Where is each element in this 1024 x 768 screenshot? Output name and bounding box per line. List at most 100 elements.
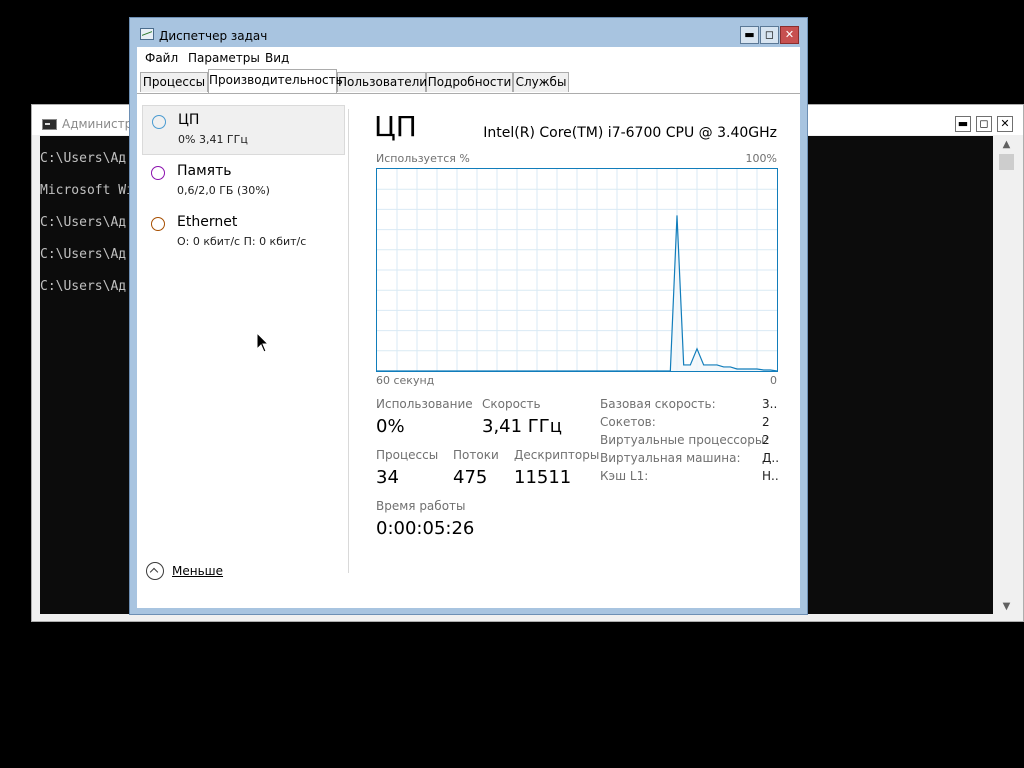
window-title: Диспетчер задач	[159, 29, 268, 43]
tab-users[interactable]: Пользователи	[337, 72, 427, 92]
cpu-usage-point	[416, 370, 417, 371]
cpu-usage-point	[756, 368, 757, 369]
cpu-usage-point	[743, 368, 744, 369]
cpu-usage-point	[716, 364, 717, 365]
uptime-label: Время работы	[376, 499, 466, 513]
cpu-usage-graph	[376, 168, 778, 372]
usage-label: Использование	[376, 397, 473, 411]
scrollbar-thumb[interactable]	[999, 154, 1014, 170]
info-sockets-label: Сокетов:	[600, 415, 656, 429]
handles-value: 11511	[514, 467, 572, 488]
cpu-usage-point	[770, 369, 771, 370]
mouse-cursor-icon	[256, 332, 270, 353]
cpu-usage-point	[383, 370, 384, 371]
cpu-usage-point	[750, 368, 751, 369]
cpu-usage-point	[476, 370, 477, 371]
cpu-usage-point	[450, 370, 451, 371]
cpu-usage-point	[376, 370, 377, 371]
console-minimize-button[interactable]: ▬	[955, 116, 971, 132]
console-scrollbar[interactable]: ▲ ▼	[998, 136, 1015, 615]
cpu-usage-point	[436, 370, 437, 371]
cpu-usage-point	[483, 370, 484, 371]
console-line: Microsoft Wi	[40, 183, 134, 198]
cpu-usage-point	[463, 370, 464, 371]
console-maximize-button[interactable]: ◻	[976, 116, 992, 132]
tab-details[interactable]: Подробности	[426, 72, 513, 92]
cpu-usage-point	[576, 370, 577, 371]
cpu-usage-point	[603, 370, 604, 371]
info-base-speed-label: Базовая скорость:	[600, 397, 716, 411]
cpu-usage-point	[490, 370, 491, 371]
tab-performance[interactable]: Производительность	[208, 69, 343, 93]
info-l1-cache-value: Н..	[762, 469, 779, 483]
panel-divider	[348, 109, 349, 573]
menu-view[interactable]: Вид	[265, 51, 289, 65]
cpu-usage-point	[470, 370, 471, 371]
cpu-usage-point	[583, 370, 584, 371]
console-line: C:\Users\Ад	[40, 151, 127, 166]
resource-name: Ethernet	[177, 214, 238, 230]
cpu-usage-point	[530, 370, 531, 371]
threads-label: Потоки	[453, 448, 499, 462]
maximize-button[interactable]: ◻	[760, 26, 779, 44]
task-manager-window[interactable]: Диспетчер задач ▬ ◻ ✕ Файл Параметры Вид…	[129, 17, 808, 615]
menu-options[interactable]: Параметры	[188, 51, 260, 65]
cpu-usage-point	[776, 370, 777, 371]
usage-value: 0%	[376, 416, 405, 437]
cpu-usage-point	[696, 348, 697, 349]
cpu-usage-point	[543, 370, 544, 371]
close-button[interactable]: ✕	[780, 26, 799, 44]
cpu-usage-point	[623, 370, 624, 371]
cpu-usage-point	[516, 370, 517, 371]
task-manager-icon	[140, 28, 154, 40]
scroll-up-arrow-icon[interactable]: ▲	[998, 136, 1015, 153]
fewer-details-label: Меньше	[172, 564, 224, 578]
cpu-title: ЦП	[374, 110, 417, 143]
info-virtual-machine-label: Виртуальная машина:	[600, 451, 741, 465]
threads-value: 475	[453, 467, 488, 488]
console-line: C:\Users\Ад	[40, 247, 127, 262]
tab-strip: Процессы Производительность Пользователи…	[137, 69, 800, 94]
cpu-usage-point	[676, 215, 677, 216]
tab-services[interactable]: Службы	[513, 72, 569, 92]
cpu-usage-point	[636, 370, 637, 371]
cpu-usage-point	[763, 369, 764, 370]
resource-name: Память	[177, 163, 232, 179]
cpu-usage-point	[396, 370, 397, 371]
console-line: C:\Users\Ад	[40, 215, 127, 230]
cpu-usage-point	[643, 370, 644, 371]
task-manager-titlebar[interactable]: Диспетчер задач ▬ ◻ ✕	[130, 18, 807, 48]
cpu-usage-point	[430, 370, 431, 371]
graph-max-label: 100%	[745, 152, 777, 165]
cpu-usage-point	[423, 370, 424, 371]
resource-detail: 0,6/2,0 ГБ (30%)	[177, 184, 270, 197]
menu-file[interactable]: Файл	[145, 51, 178, 65]
cpu-usage-point	[690, 364, 691, 365]
cpu-usage-point	[710, 364, 711, 365]
cpu-usage-point	[456, 370, 457, 371]
cpu-usage-point	[570, 370, 571, 371]
cpu-usage-point	[663, 370, 664, 371]
resource-detail: О: 0 кбит/с П: 0 кбит/с	[177, 235, 307, 248]
resource-detail: 0% 3,41 ГГц	[178, 133, 248, 146]
console-line: C:\Users\Ад	[40, 279, 127, 294]
resource-ethernet[interactable]: Ethernet О: 0 кбит/с П: 0 кбит/с	[142, 208, 345, 258]
scroll-down-arrow-icon[interactable]: ▼	[998, 598, 1015, 615]
cpu-usage-point	[703, 364, 704, 365]
console-close-button[interactable]: ✕	[997, 116, 1013, 132]
cpu-usage-point	[630, 370, 631, 371]
resource-cpu[interactable]: ЦП 0% 3,41 ГГц	[142, 105, 345, 155]
cpu-model: Intel(R) Core(TM) i7-6700 CPU @ 3.40GHz	[483, 125, 777, 141]
resource-memory[interactable]: Память 0,6/2,0 ГБ (30%)	[142, 157, 345, 207]
speed-value: 3,41 ГГц	[482, 416, 563, 437]
uptime-value: 0:00:05:26	[376, 518, 475, 539]
info-base-speed-value: 3..	[762, 397, 778, 411]
console-icon	[42, 119, 57, 130]
cpu-usage-point	[510, 370, 511, 371]
info-virtual-processors-value: 2	[762, 433, 770, 447]
tab-processes[interactable]: Процессы	[140, 72, 208, 92]
graph-time-label: 60 секунд	[376, 374, 435, 387]
chevron-up-icon	[146, 562, 164, 580]
minimize-button[interactable]: ▬	[740, 26, 759, 44]
cpu-usage-point	[656, 370, 657, 371]
